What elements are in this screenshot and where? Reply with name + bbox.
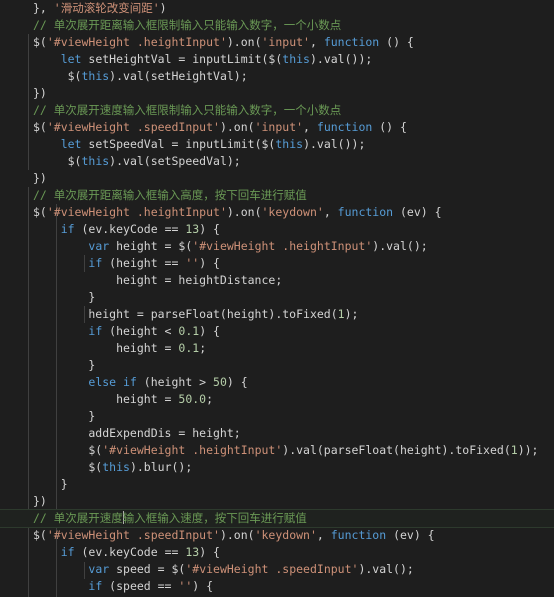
code-line[interactable]: var height = $('#viewHeight .heightInput… — [0, 238, 554, 255]
code-line[interactable]: $('#viewHeight .heightInput').on('input'… — [0, 34, 554, 51]
code-line[interactable]: } — [0, 476, 554, 493]
code-line[interactable]: $(this).val(setHeightVal); — [0, 68, 554, 85]
code-line[interactable]: $(this).val(setSpeedVal); — [0, 153, 554, 170]
code-line[interactable]: if (ev.keyCode == 13) { — [0, 544, 554, 561]
code-line[interactable]: } — [0, 408, 554, 425]
code-line[interactable]: $('#viewHeight .heightInput').val(parseF… — [0, 442, 554, 459]
code-line[interactable]: }, '滑动滚轮改变间距') — [0, 0, 554, 17]
code-line[interactable]: height = 0.1; — [0, 340, 554, 357]
code-line[interactable]: height = 50.0; — [0, 391, 554, 408]
code-editor[interactable]: }, '滑动滚轮改变间距') // 单次展开距离输入框限制输入只能输入数字，一个… — [0, 0, 554, 597]
code-line[interactable]: $(this).blur(); — [0, 459, 554, 476]
code-line[interactable]: if (height < 0.1) { — [0, 323, 554, 340]
code-line[interactable]: var speed = $('#viewHeight .speedInput')… — [0, 561, 554, 578]
code-line-comment[interactable]: // 单次展开速度输入框限制输入只能输入数字，一个小数点 — [0, 102, 554, 119]
code-line[interactable]: else if (height > 50) { — [0, 374, 554, 391]
code-line[interactable]: let setHeightVal = inputLimit($(this).va… — [0, 51, 554, 68]
code-line[interactable]: addExpendDis = height; — [0, 425, 554, 442]
code-line[interactable]: if (height == '') { — [0, 255, 554, 272]
code-line[interactable]: if (speed == '') { — [0, 578, 554, 595]
code-line-comment[interactable]: // 单次展开距离输入框输入高度，按下回车进行赋值 — [0, 187, 554, 204]
code-line[interactable]: }) — [0, 170, 554, 187]
code-line-comment[interactable]: // 单次展开距离输入框限制输入只能输入数字，一个小数点 — [0, 17, 554, 34]
code-line[interactable]: } — [0, 357, 554, 374]
code-line[interactable]: if (ev.keyCode == 13) { — [0, 221, 554, 238]
code-line[interactable]: $('#viewHeight .heightInput').on('keydow… — [0, 204, 554, 221]
code-line[interactable]: } — [0, 289, 554, 306]
code-lines[interactable]: }, '滑动滚轮改变间距') // 单次展开距离输入框限制输入只能输入数字，一个… — [0, 0, 554, 597]
code-line[interactable]: height = heightDistance; — [0, 272, 554, 289]
code-line[interactable]: let setSpeedVal = inputLimit($(this).val… — [0, 136, 554, 153]
code-line[interactable]: }) — [0, 493, 554, 510]
code-line-current[interactable]: // 单次展开速度输入框输入速度，按下回车进行赋值 — [0, 509, 554, 528]
code-line[interactable]: }) — [0, 85, 554, 102]
code-line[interactable]: $('#viewHeight .speedInput').on('input',… — [0, 119, 554, 136]
code-line[interactable]: $('#viewHeight .speedInput').on('keydown… — [0, 527, 554, 544]
code-line[interactable]: height = parseFloat(height).toFixed(1); — [0, 306, 554, 323]
